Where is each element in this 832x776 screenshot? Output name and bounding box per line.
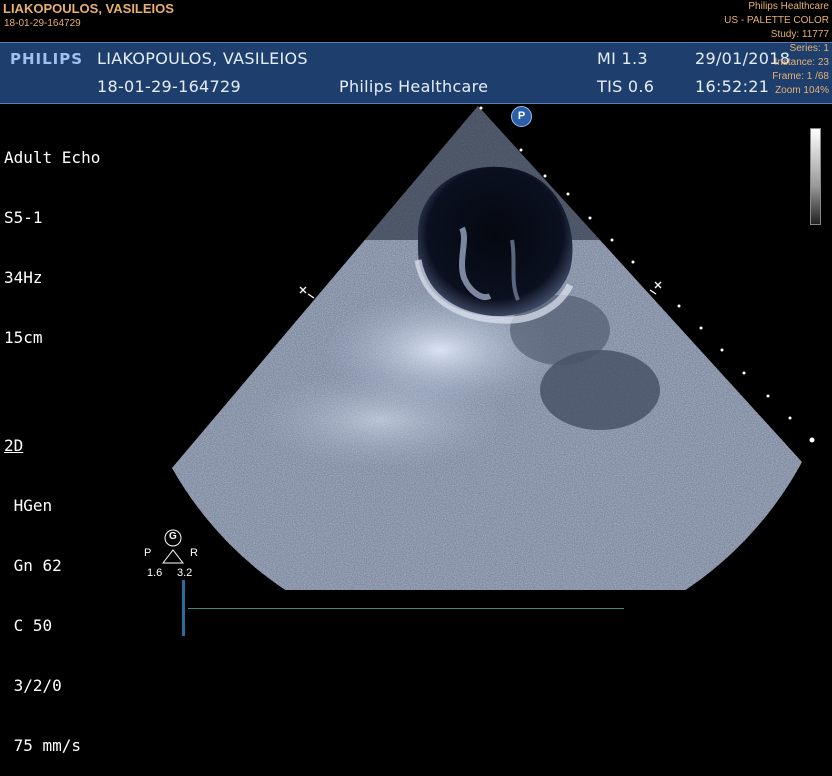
ultrasound-image <box>161 106 815 590</box>
overlay-series: Series: 1 <box>789 43 829 54</box>
header-mi: MI 1.3 <box>597 49 648 68</box>
orientation-right-value: 3.2 <box>177 567 193 579</box>
overlay-patient-id: 18-01-29-164729 <box>4 18 81 29</box>
param-depth: 15cm <box>4 328 43 347</box>
param-gain: Gn 62 <box>4 556 62 575</box>
overlay-institution: Philips Healthcare <box>748 1 829 12</box>
overlay-modality: US - PALETTE COLOR <box>724 15 829 26</box>
philips-logo: PHILIPS <box>10 50 84 68</box>
depth-scale-bar <box>182 580 185 636</box>
param-preset: Adult Echo <box>4 148 101 167</box>
param-gen: HGen <box>4 496 53 515</box>
probe-orientation-marker: P <box>511 106 532 127</box>
overlay-study: Study: 11777 <box>770 29 829 40</box>
imaging-parameters: Adult Echo S5-1 34Hz 15cm 2D HGen Gn 62 … <box>4 108 100 776</box>
grayscale-bar <box>810 128 821 225</box>
header-patient-id: 18-01-29-164729 <box>97 77 241 96</box>
ecg-baseline <box>188 608 624 609</box>
header-patient-name: LIAKOPOULOS, VASILEIOS <box>97 49 308 68</box>
orientation-left-label: P <box>144 547 152 559</box>
orientation-g-label: G <box>169 531 177 542</box>
param-probe: S5-1 <box>4 208 43 227</box>
overlay-frame: Frame: 1 /68 <box>772 71 829 82</box>
header-time: 16:52:21 <box>695 77 770 96</box>
orientation-left-value: 1.6 <box>147 567 163 579</box>
sector-scan <box>172 106 802 590</box>
overlay-zoom: Zoom 104% <box>775 85 829 96</box>
param-persist: 3/2/0 <box>4 676 62 695</box>
param-mode: 2D <box>4 436 24 455</box>
orientation-right-label: R <box>190 547 198 559</box>
param-frame-rate: 34Hz <box>4 268 43 287</box>
overlay-patient-name: LIAKOPOULOS, VASILEIOS <box>3 1 174 16</box>
header-institution: Philips Healthcare <box>339 77 489 96</box>
header-bar: PHILIPS LIAKOPOULOS, VASILEIOS 18-01-29-… <box>0 42 832 104</box>
param-sweep: 75 mm/s <box>4 736 82 755</box>
overlay-instance: Instance: 23 <box>774 57 829 68</box>
param-compress: C 50 <box>4 616 53 635</box>
header-tis: TIS 0.6 <box>597 77 655 96</box>
